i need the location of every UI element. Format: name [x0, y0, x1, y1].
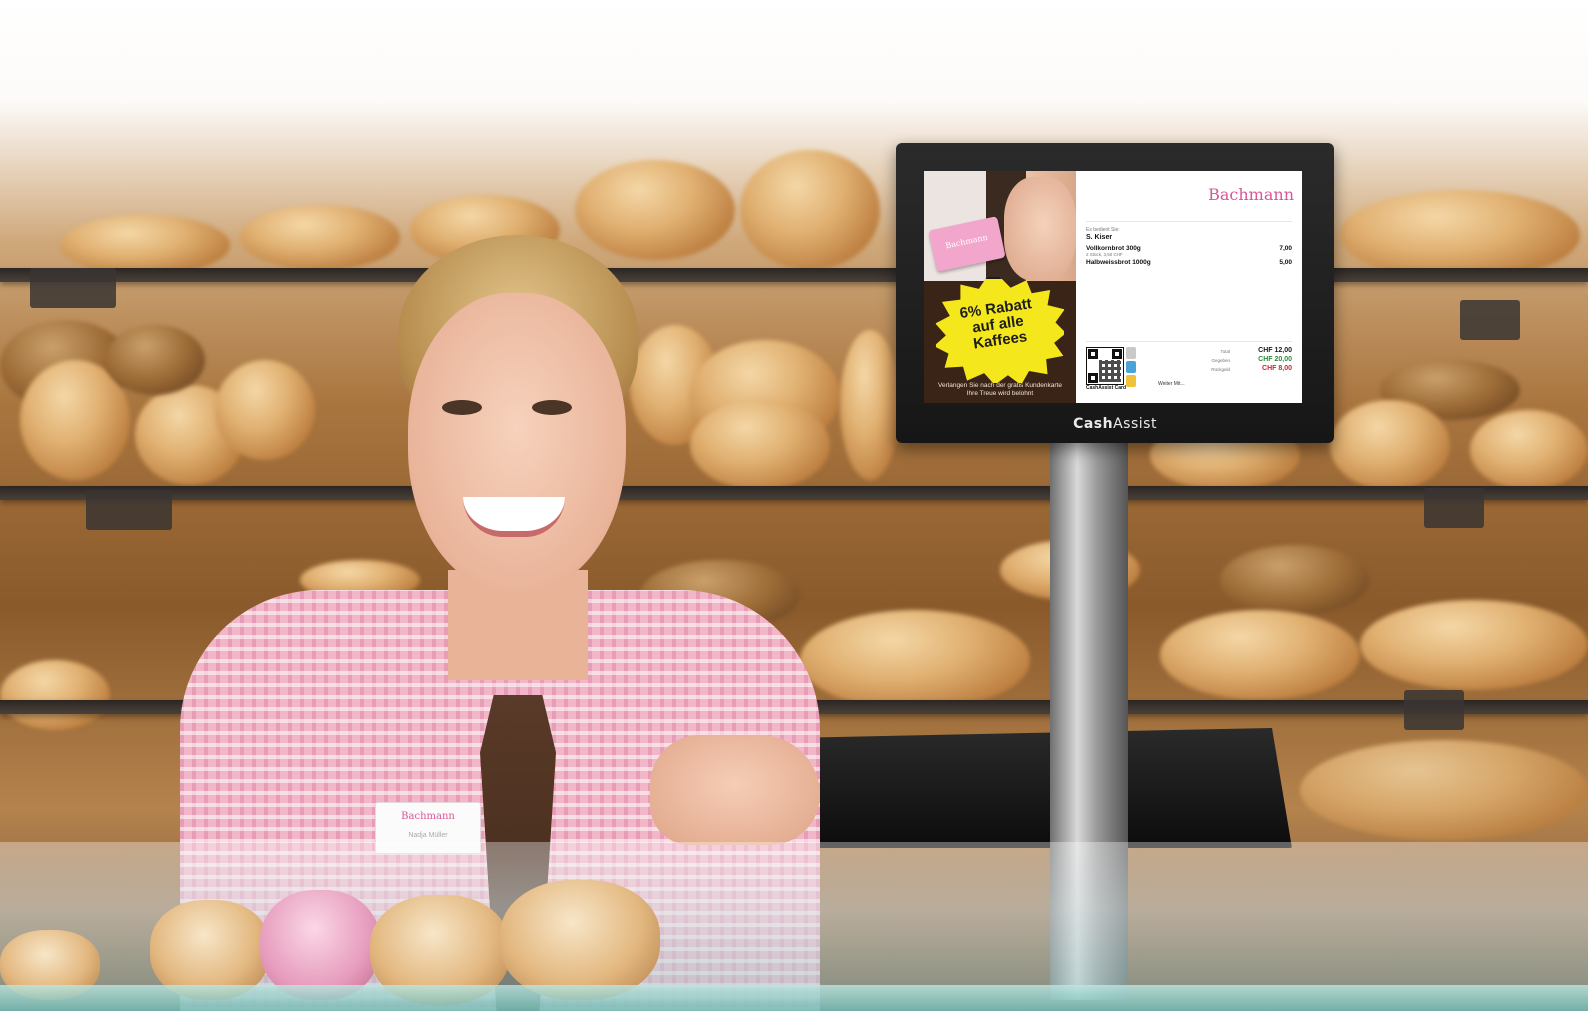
given-value: CHF 20,00: [1258, 356, 1292, 363]
badge-name: Nadja Müller: [408, 832, 448, 839]
ad-pane: Bachmann 6% Rabatt auf alle Kaffees Verl…: [924, 171, 1076, 403]
face: [408, 293, 626, 593]
card-icon: [1126, 347, 1136, 359]
ad-caption-line-2: Ihre Treue wird belohnt: [966, 390, 1034, 397]
card-icon: [1126, 375, 1136, 387]
total-label: Total: [1220, 349, 1230, 354]
price-tag: [1404, 690, 1464, 730]
bread-loaf: [0, 660, 110, 730]
ad-caption-line-1: Verlangen Sie nach der gratis Kundenkart…: [938, 382, 1062, 389]
item-detail: 2 Stück, 3,50 CHF: [1086, 252, 1123, 257]
qr-finder: [1088, 349, 1098, 359]
card-label: CashAssist Card: [1086, 385, 1127, 391]
bread-loaf: [1160, 610, 1360, 700]
qr-modules: [1099, 360, 1121, 382]
bakery-scene: Bachmann Nadja Müller Bachmann 6% Rabatt…: [0, 0, 1588, 1011]
total-value: CHF 12,00: [1258, 347, 1292, 354]
item-price: 5,00: [1279, 259, 1292, 266]
glass-edge: [0, 985, 1588, 1011]
display-screen[interactable]: Bachmann 6% Rabatt auf alle Kaffees Verl…: [924, 171, 1302, 403]
item-name: Halbweissbrot 1000g: [1086, 259, 1151, 266]
bread-loaf: [840, 330, 900, 480]
cash-register: [792, 728, 1292, 848]
right-eye: [532, 400, 572, 415]
change-label: Rückgeld: [1211, 367, 1230, 372]
qr-finder: [1112, 349, 1122, 359]
divider: [1086, 221, 1292, 222]
card-icon: [1126, 361, 1136, 373]
hand: [650, 735, 820, 845]
bachmann-logo: Bachmann: [1208, 185, 1294, 204]
bread-loaf: [1220, 545, 1370, 615]
bread-loaf: [1470, 410, 1588, 490]
qr-code-icon: [1086, 347, 1124, 385]
payment-card-icons: [1126, 347, 1136, 387]
ad-caption: Verlangen Sie nach der gratis Kundenkart…: [928, 382, 1072, 398]
total-row: Total CHF 12,00: [1182, 347, 1292, 356]
qr-finder: [1088, 373, 1098, 383]
bread-loaf: [1340, 190, 1580, 280]
given-label: Gegeben: [1211, 358, 1230, 363]
loyalty-card-logo: Bachmann: [944, 232, 989, 251]
price-tag: [86, 490, 172, 530]
cashier-name: S. Kiser: [1086, 234, 1113, 241]
served-by-label: Es bedient Sie:: [1086, 227, 1120, 233]
cashassist-logo: CashAssist: [896, 416, 1334, 432]
ad-photo: Bachmann: [924, 171, 1076, 281]
pastry: [260, 890, 380, 1000]
price-tag: [30, 268, 116, 308]
item-name: Vollkornbrot 300g: [1086, 245, 1141, 252]
bread-loaf: [1330, 400, 1450, 490]
brand-prefix: Cash: [1073, 416, 1114, 432]
totals-block: Total CHF 12,00 Gegeben CHF 20,00 Rückge…: [1182, 347, 1292, 374]
left-eye: [442, 400, 482, 415]
divider: [1086, 341, 1292, 342]
given-row: Gegeben CHF 20,00: [1182, 356, 1292, 365]
item-price: 7,00: [1279, 245, 1292, 252]
badge-logo: Bachmann: [401, 811, 455, 822]
change-row: Rückgeld CHF 8,00: [1182, 365, 1292, 374]
receipt-line-item: Vollkornbrot 300g 7,00 2 Stück, 3,50 CHF: [1086, 245, 1292, 257]
price-tag: [1424, 488, 1484, 528]
brand-suffix: Assist: [1113, 416, 1157, 432]
bread-loaf: [1300, 740, 1588, 840]
receipt-line-item: Halbweissbrot 1000g 5,00: [1086, 259, 1292, 266]
bread-loaf: [800, 610, 1030, 710]
bread-loaf: [1360, 600, 1588, 690]
customer-display-monitor: Bachmann 6% Rabatt auf alle Kaffees Verl…: [896, 143, 1334, 443]
receipt-pane: Bachmann Es bedient Sie: S. Kiser Vollko…: [1076, 171, 1302, 403]
change-value: CHF 8,00: [1262, 365, 1292, 372]
ad-photo-face: [1004, 177, 1076, 281]
pastry: [500, 880, 660, 1000]
price-tag: [1460, 300, 1520, 340]
weiter-button[interactable]: Weiter Mit...: [1158, 381, 1185, 387]
